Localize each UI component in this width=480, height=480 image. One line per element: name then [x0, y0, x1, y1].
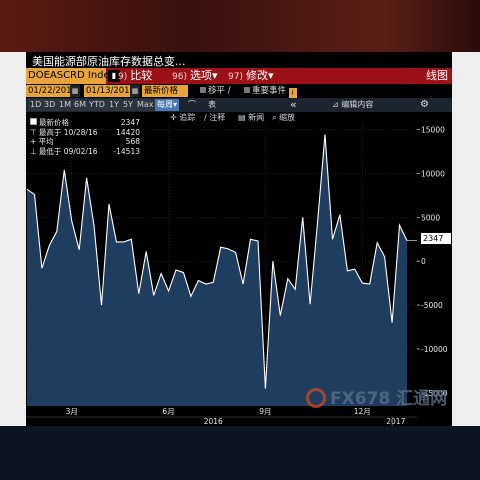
photo-background-bottom [0, 426, 480, 480]
checkbox-icon [244, 87, 250, 93]
watermark-text: FX678 汇通网 [330, 389, 448, 409]
photo-background-right [452, 52, 480, 426]
collapse-icon[interactable]: « [290, 98, 297, 112]
options-num: 96) [172, 72, 187, 82]
watermark: FX678 汇通网 [306, 384, 447, 409]
calendar-icon[interactable]: ▦ [70, 85, 80, 97]
edit-content-label: 编辑内容 [341, 100, 374, 109]
annotate-tool[interactable]: ∕ 注释 [204, 112, 225, 124]
watermark-logo-icon [306, 388, 326, 408]
photo-background-left [0, 52, 26, 426]
y-tick-label: -5000 [421, 301, 443, 310]
crosshair-icon: ✛ [170, 113, 180, 122]
modify-num: 97) [228, 72, 243, 82]
y-tick-label: 0 [421, 257, 426, 266]
x-tick-label: 6月 [162, 407, 174, 416]
command-bar: DOEASCRD Index ▮ 9) 比较 96) 选项▾ 97) 修改▾ 线图 [26, 68, 452, 84]
legend-value: 568 [125, 137, 140, 146]
info-icon: i [288, 88, 297, 98]
year-label: 2016 [204, 417, 223, 426]
series-swatch [30, 118, 37, 125]
options-label: 选项▾ [189, 69, 218, 82]
modify-label: 修改▾ [245, 69, 274, 82]
gear-icon[interactable]: ⚙ [420, 98, 429, 112]
year-label: 2017 [386, 417, 405, 426]
zoom-tool[interactable]: ⌕ 缩放 [272, 112, 295, 124]
options-menu[interactable]: 96) 选项▾ [172, 68, 218, 85]
news-tool[interactable]: ▤ 新闻 [238, 112, 264, 124]
legend-label: 最新价格 [39, 118, 69, 127]
legend-row-high: ⊤ 最高于 10/28/16 14420 [30, 128, 140, 138]
period-6m-button[interactable]: 6M [72, 99, 88, 111]
smoothing-option[interactable]: 移平 / [200, 84, 231, 98]
legend-row-last: 最新价格 2347 [30, 118, 140, 128]
y-tick-label: 15000 [421, 126, 445, 135]
date-bar: 01/22/2016 ▦ 01/13/2017 ▦ 最新价格 移平 / 重要事件… [26, 84, 452, 98]
window-title: 美国能源部原油库存数据总变... [32, 55, 186, 68]
y-tick-label: -10000 [421, 345, 448, 354]
legend-row-avg: + 平均 568 [30, 137, 140, 147]
bloomberg-terminal-window: 15000 10000 5000 0 -5000 -10000 -15000 3月 6月 9月 12… [26, 52, 452, 426]
table-view-button[interactable]: 表 [208, 98, 216, 112]
period-ytd-button[interactable]: YTD [87, 99, 107, 111]
line-chart-label[interactable]: 线图 [426, 68, 448, 84]
low-marker-icon: ⊥ [30, 146, 39, 156]
period-5y-button[interactable]: 5Y [121, 99, 135, 111]
legend-label: 最高于 10/28/16 [38, 127, 98, 137]
average-marker-icon: + [30, 137, 39, 146]
period-1y-button[interactable]: 1Y [107, 99, 121, 111]
ticker-field[interactable]: DOEASCRD Index [26, 68, 115, 84]
title-bar: 美国能源部原油库存数据总变... [26, 52, 452, 68]
chart-style-icon[interactable]: ⌒ [188, 98, 196, 112]
chart-legend: 最新价格 2347 ⊤ 最高于 10/28/16 14420 + 平均 568 ⊥ 最… [30, 118, 140, 156]
zoom-icon: ⌕ [272, 113, 280, 122]
annotate-label: 注释 [209, 113, 226, 122]
compare-menu[interactable]: 9) 比较 [118, 68, 152, 85]
y-tick-label: 5000 [421, 213, 440, 222]
price-field-select[interactable]: 最新价格 [142, 85, 188, 97]
high-marker-icon: ⊤ [30, 127, 39, 137]
x-tick-label: 3月 [66, 407, 78, 416]
period-1d-button[interactable]: 1D [28, 99, 44, 111]
news-label: 新闻 [248, 113, 265, 122]
track-label: 追踪 [179, 113, 196, 122]
compare-label: 比较 [130, 69, 153, 82]
legend-value: 2347 [120, 118, 140, 127]
legend-label: 最低于 09/02/16 [38, 146, 98, 156]
period-bar: 1D 3D 1M 6M YTD 1Y 5Y Max 每周▾ ⌒ 表 « ⊿ 编辑… [26, 98, 452, 112]
checkbox-icon [200, 87, 206, 93]
track-tool[interactable]: ✛ 追踪 [170, 112, 195, 124]
key-events-option[interactable]: 重要事件 i [244, 84, 297, 98]
legend-value: 14420 [116, 127, 140, 137]
period-1m-button[interactable]: 1M [57, 99, 73, 111]
y-tick-label: 10000 [421, 169, 445, 178]
x-tick-label: 9月 [259, 407, 271, 416]
legend-value: -14513 [113, 146, 140, 156]
key-events-label: 重要事件 [252, 86, 287, 96]
chart-edit-icon: ⊿ [332, 100, 342, 109]
photo-background-top [0, 0, 480, 52]
period-max-button[interactable]: Max [135, 99, 156, 111]
zoom-label: 缩放 [279, 113, 296, 122]
modify-menu[interactable]: 97) 修改▾ [228, 68, 274, 85]
compare-num: 9) [118, 72, 128, 82]
legend-row-low: ⊥ 最低于 09/02/16 -14513 [30, 147, 140, 157]
last-value-label: 2347 [421, 233, 451, 244]
smoothing-label: 移平 [208, 86, 226, 96]
edit-content-button[interactable]: ⊿ 编辑内容 [332, 98, 373, 112]
news-icon: ▤ [238, 113, 249, 122]
frequency-select[interactable]: 每周▾ [155, 99, 180, 111]
legend-label: 平均 [38, 137, 54, 146]
calendar-icon[interactable]: ▦ [130, 85, 140, 97]
period-3d-button[interactable]: 3D [42, 99, 58, 111]
